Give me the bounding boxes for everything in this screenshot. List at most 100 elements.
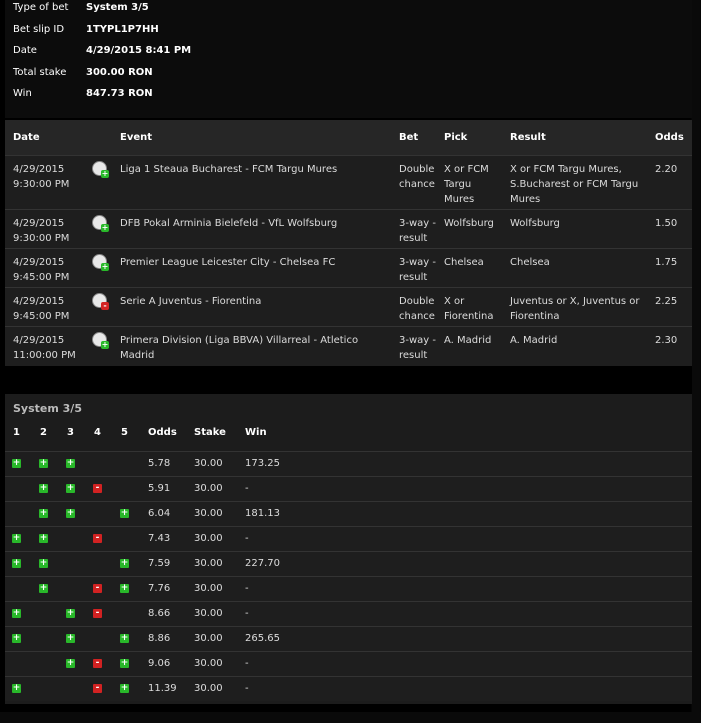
system-stake: 30.00: [194, 458, 223, 469]
football-won-icon: +: [92, 332, 109, 349]
bet-row: 4/29/2015 11:00:00 PM + Primera Division (L…: [5, 326, 692, 367]
type-value: System 3/5: [86, 2, 149, 13]
header-col-2: 2: [40, 427, 47, 438]
bet-pick: Chelsea: [444, 257, 484, 268]
bet-odds: 2.30: [655, 335, 678, 346]
win-mark-icon: +: [66, 633, 75, 643]
header-odds: Odds: [148, 427, 177, 438]
bet-type: Double: [399, 296, 435, 307]
won-badge-icon: +: [101, 169, 109, 178]
win-mark-icon: +: [66, 508, 75, 518]
bet-event: Premier League Leicester City - Chelsea …: [120, 257, 336, 268]
system-odds: 9.06: [148, 658, 171, 669]
system-odds: 6.04: [148, 508, 171, 519]
header-date: Date: [13, 132, 40, 143]
bet-event: Serie A Juventus - Fiorentina: [120, 296, 262, 307]
bets-table: Date Event Bet Pick Result Odds 4/29/201…: [5, 120, 692, 367]
system-stake: 30.00: [194, 583, 223, 594]
system-stake: 30.00: [194, 558, 223, 569]
bet-event: Liga 1 Steaua Bucharest - FCM Targu Mure…: [120, 164, 338, 175]
system-odds: 8.86: [148, 633, 171, 644]
bet-date: 4/29/2015: [13, 164, 65, 175]
bet-odds: 1.50: [655, 218, 678, 229]
header-col-1: 1: [13, 427, 20, 438]
system-odds: 11.39: [148, 683, 177, 694]
win-mark-icon: +: [39, 533, 48, 543]
system-table: System 3/5 1 2 3 4 5 Odds Stake Win + + +5…: [5, 394, 692, 704]
scrollbar-thumb[interactable]: [692, 0, 700, 723]
win-mark-icon: +: [12, 458, 21, 468]
win-mark-icon: +: [39, 508, 48, 518]
bets-table-header: Date Event Bet Pick Result Odds: [5, 120, 692, 155]
bet-time: 9:45:00 PM: [13, 311, 70, 322]
system-row: + + +6.04 30.00 181.13: [5, 501, 692, 526]
summary-row-type: Type of bet System 3/5: [13, 0, 149, 18]
bet-result: Mures: [510, 194, 541, 205]
header-col-5: 5: [121, 427, 128, 438]
win-mark-icon: +: [66, 458, 75, 468]
bet-odds: 2.20: [655, 164, 678, 175]
bet-time: 9:30:00 PM: [13, 179, 70, 190]
system-row: + + +7.59 30.00 227.70: [5, 551, 692, 576]
bet-pick: X or: [444, 296, 465, 307]
system-win: -: [245, 483, 249, 494]
system-stake: 30.00: [194, 683, 223, 694]
summary-row-id: Bet slip ID 1TYPL1P7HH: [13, 20, 159, 40]
system-odds: 5.91: [148, 483, 171, 494]
system-table-header: 1 2 3 4 5 Odds Stake Win: [5, 420, 692, 446]
lost-badge-icon: -: [101, 302, 109, 310]
bet-time: 11:00:00 PM: [13, 350, 76, 361]
summary-row-date: Date 4/29/2015 8:41 PM: [13, 41, 191, 61]
bet-result: A. Madrid: [510, 335, 558, 346]
system-stake: 30.00: [194, 533, 223, 544]
header-odds: Odds: [655, 132, 684, 143]
win-mark-icon: +: [120, 658, 129, 668]
type-label: Type of bet: [13, 2, 69, 13]
win-mark-icon: +: [120, 558, 129, 568]
lose-mark-icon: -: [93, 534, 102, 543]
bet-pick: X or FCM: [444, 164, 489, 175]
win-mark-icon: +: [39, 483, 48, 493]
win-mark-icon: +: [12, 558, 21, 568]
football-won-icon: +: [92, 215, 109, 232]
lose-mark-icon: -: [93, 684, 102, 693]
bottom-scrollbar[interactable]: [0, 712, 701, 723]
bet-event: Madrid: [120, 350, 155, 361]
header-bet: Bet: [399, 132, 419, 143]
system-row: + + - 5.91 30.00 -: [5, 476, 692, 501]
win-mark-icon: +: [120, 508, 129, 518]
total-stake-label: Total stake: [13, 67, 67, 78]
section-gap: [5, 366, 692, 394]
system-row: + + - 7.43 30.00 -: [5, 526, 692, 551]
bet-pick: Mures: [444, 194, 475, 205]
bet-row: 4/29/2015 9:45:00 PM - Serie A Juventus - F…: [5, 287, 692, 327]
win-mark-icon: +: [39, 583, 48, 593]
win-mark-icon: +: [120, 683, 129, 693]
system-stake: 30.00: [194, 633, 223, 644]
system-win: -: [245, 533, 249, 544]
bet-slip-id-label: Bet slip ID: [13, 24, 65, 35]
bet-type: 3-way -: [399, 218, 436, 229]
system-odds: 5.78: [148, 458, 171, 469]
won-badge-icon: +: [101, 223, 109, 232]
system-win: 181.13: [245, 508, 280, 519]
win-mark-icon: +: [12, 608, 21, 618]
header-result: Result: [510, 132, 546, 143]
football-won-icon: +: [92, 254, 109, 271]
scrollbar-track[interactable]: [691, 0, 701, 723]
bet-type: result: [399, 350, 428, 361]
summary-row-win: Win 847.73 RON: [13, 84, 153, 104]
system-row: + - +9.06 30.00 -: [5, 651, 692, 676]
system-win: -: [245, 658, 249, 669]
system-odds: 8.66: [148, 608, 171, 619]
win-mark-icon: +: [12, 633, 21, 643]
system-stake: 30.00: [194, 483, 223, 494]
bet-date: 4/29/2015: [13, 296, 65, 307]
win-mark-icon: +: [39, 558, 48, 568]
bet-type: chance: [399, 311, 435, 322]
win-mark-icon: +: [66, 658, 75, 668]
bet-row: 4/29/2015 9:30:00 PM + DFB Pokal Arminia Bi…: [5, 209, 692, 249]
bet-date: 4/29/2015: [13, 257, 65, 268]
bet-odds: 1.75: [655, 257, 678, 268]
bet-pick: A. Madrid: [444, 335, 492, 346]
